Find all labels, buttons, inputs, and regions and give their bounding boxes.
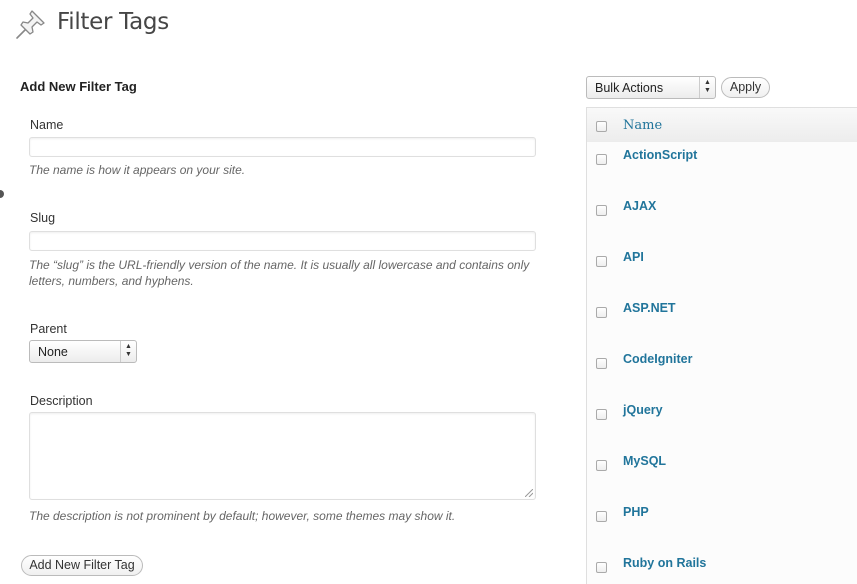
add-new-filter-tag-button[interactable]: Add New Filter Tag xyxy=(21,555,143,576)
slug-field[interactable] xyxy=(29,231,536,251)
row-checkbox[interactable] xyxy=(596,562,607,573)
row-checkbox[interactable] xyxy=(596,460,607,471)
description-hint: The description is not prominent by defa… xyxy=(29,509,456,523)
form-heading: Add New Filter Tag xyxy=(20,79,137,94)
slug-hint: The “slug” is the URL-friendly version o… xyxy=(29,258,530,288)
bulk-actions-select[interactable]: Bulk Actions ▲ ▼ xyxy=(586,76,716,99)
tag-link[interactable]: AJAX xyxy=(623,199,656,213)
select-arrows-icon: ▲ ▼ xyxy=(699,77,715,98)
tags-table: Name ActionScript AJAX API ASP.NET CodeI… xyxy=(586,107,857,584)
tag-link[interactable]: Ruby on Rails xyxy=(623,556,706,570)
description-label: Description xyxy=(30,394,93,408)
row-checkbox[interactable] xyxy=(596,307,607,318)
row-checkbox[interactable] xyxy=(596,205,607,216)
tag-link[interactable]: PHP xyxy=(623,505,649,519)
tag-link[interactable]: jQuery xyxy=(623,403,663,417)
parent-select-value: None xyxy=(38,345,68,359)
table-row: API xyxy=(587,244,857,296)
tag-link[interactable]: ActionScript xyxy=(623,148,697,162)
name-field[interactable] xyxy=(29,137,536,157)
parent-label: Parent xyxy=(30,322,67,336)
tag-link[interactable]: CodeIgniter xyxy=(623,352,692,366)
table-row: ActionScript xyxy=(587,142,857,194)
edge-marker xyxy=(0,190,4,198)
select-arrows-icon: ▲ ▼ xyxy=(120,341,136,362)
row-checkbox[interactable] xyxy=(596,358,607,369)
table-row: Ruby on Rails xyxy=(587,550,857,584)
table-row: jQuery xyxy=(587,397,857,449)
column-header-name[interactable]: Name xyxy=(623,118,662,133)
table-row: AJAX xyxy=(587,193,857,245)
pushpin-icon xyxy=(16,10,45,39)
table-row: CodeIgniter xyxy=(587,346,857,398)
bulk-actions-value: Bulk Actions xyxy=(595,81,664,95)
tag-link[interactable]: API xyxy=(623,250,644,264)
resize-handle-icon[interactable] xyxy=(525,489,533,497)
tag-link[interactable]: MySQL xyxy=(623,454,666,468)
name-hint: The name is how it appears on your site. xyxy=(29,163,246,177)
select-all-checkbox[interactable] xyxy=(596,121,607,132)
row-checkbox[interactable] xyxy=(596,409,607,420)
slug-label: Slug xyxy=(30,211,56,225)
apply-button[interactable]: Apply xyxy=(721,77,770,98)
row-checkbox[interactable] xyxy=(596,154,607,165)
table-row: MySQL xyxy=(587,448,857,500)
table-row: ASP.NET xyxy=(587,295,857,347)
name-label: Name xyxy=(30,118,64,132)
parent-select[interactable]: None ▲ ▼ xyxy=(29,340,137,363)
table-row: PHP xyxy=(587,499,857,551)
tag-link[interactable]: ASP.NET xyxy=(623,301,676,315)
page-title: Filter Tags xyxy=(57,9,169,35)
description-textarea[interactable] xyxy=(29,412,536,500)
row-checkbox[interactable] xyxy=(596,256,607,267)
row-checkbox[interactable] xyxy=(596,511,607,522)
table-header: Name xyxy=(587,107,857,144)
